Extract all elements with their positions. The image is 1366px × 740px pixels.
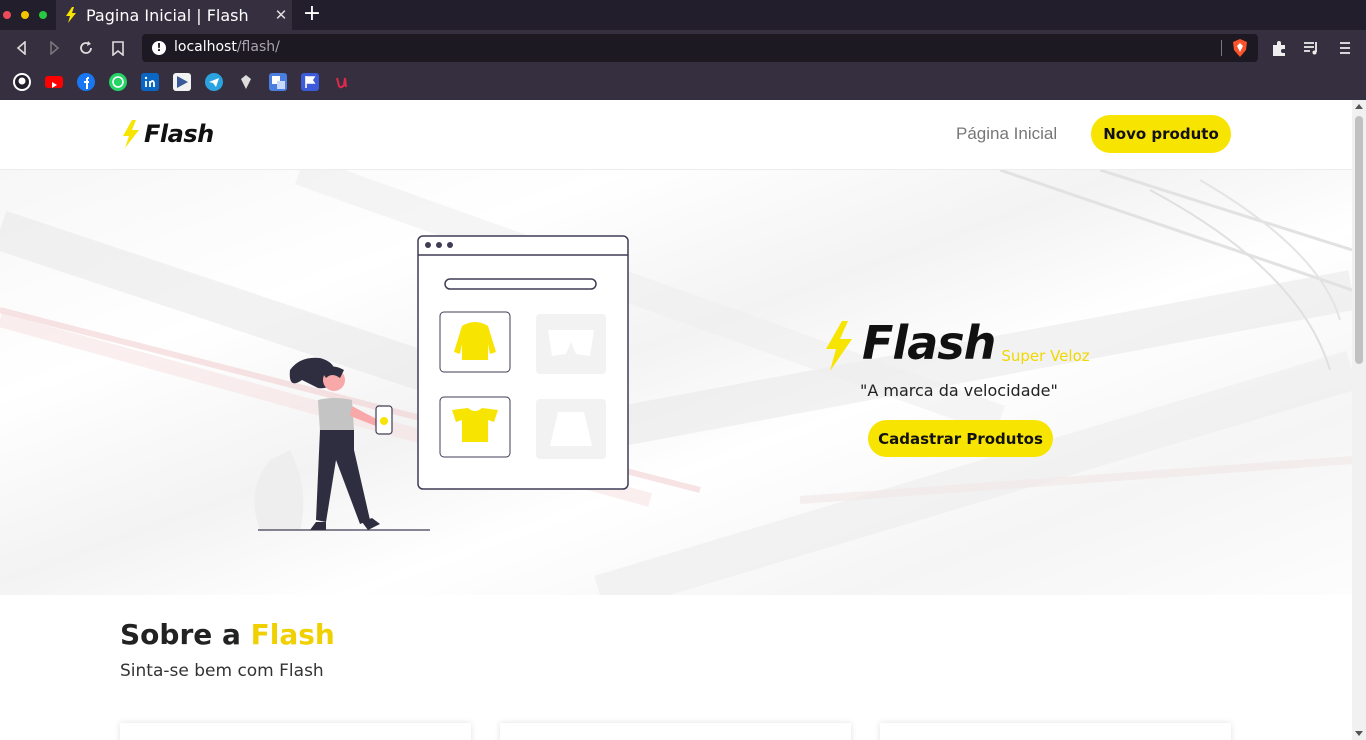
new-product-button[interactable]: Novo produto <box>1091 115 1231 153</box>
hero-brand-name: Flash <box>862 316 996 370</box>
translate-icon[interactable] <box>269 73 287 91</box>
site-navbar: Flash Página Inicial Novo produto <box>0 100 1352 170</box>
menu-icon[interactable] <box>1336 39 1354 57</box>
close-tab-icon[interactable]: ✕ <box>270 6 292 24</box>
page-viewport: Flash Página Inicial Novo produto Flash … <box>0 100 1352 740</box>
shopping-illustration <box>254 235 629 531</box>
feature-card <box>120 723 471 740</box>
active-tab[interactable]: Pagina Inicial | Flash ✕ <box>56 0 292 30</box>
site-logo[interactable]: Flash <box>120 120 214 148</box>
back-icon[interactable] <box>12 38 32 58</box>
scrollbar-thumb[interactable] <box>1355 116 1363 364</box>
new-tab-button[interactable]: + <box>302 2 322 26</box>
bookmarks-bar <box>0 66 1366 100</box>
minimize-window-dot[interactable] <box>21 11 29 19</box>
browser-tab-bar: Pagina Inicial | Flash ✕ + <box>0 0 1366 30</box>
logo-text: Flash <box>144 120 214 148</box>
feature-card <box>500 723 851 740</box>
feature-card <box>880 723 1231 740</box>
address-bar[interactable]: ! localhost/flash/ <box>142 34 1258 62</box>
whatsapp-icon[interactable] <box>109 73 127 91</box>
play-icon[interactable] <box>173 73 191 91</box>
register-products-button[interactable]: Cadastrar Produtos <box>868 420 1053 457</box>
flag-icon[interactable] <box>301 73 319 91</box>
youtube-icon[interactable] <box>45 76 63 88</box>
bolt-icon <box>826 321 852 371</box>
url-text: localhost/flash/ <box>174 39 280 55</box>
telegram-icon[interactable] <box>205 73 223 91</box>
bolt-icon <box>123 120 139 148</box>
brave-shield-icon[interactable] <box>1232 39 1248 57</box>
forward-icon[interactable] <box>44 38 64 58</box>
hero-brand-subtitle: Super Veloz <box>1001 347 1090 365</box>
scroll-up-icon[interactable] <box>1355 104 1363 109</box>
hero-slogan: "A marca da velocidade" <box>860 381 1058 400</box>
github-icon[interactable] <box>13 73 31 91</box>
hero-background <box>0 170 1352 595</box>
linkedin-icon[interactable] <box>141 73 159 91</box>
reload-icon[interactable] <box>76 38 96 58</box>
bolt-icon <box>66 7 76 23</box>
site-info-icon[interactable]: ! <box>152 41 166 55</box>
hero-section: Flash Super Veloz "A marca da velocidade… <box>0 170 1352 595</box>
nav-link-home[interactable]: Página Inicial <box>956 124 1057 144</box>
bookmark-icon[interactable] <box>108 38 128 58</box>
about-subtitle: Sinta-se bem com Flash <box>120 661 324 681</box>
hero-brand: Flash Super Veloz <box>822 315 1090 371</box>
close-window-dot[interactable] <box>3 11 11 19</box>
facebook-icon[interactable] <box>77 73 95 91</box>
maximize-window-dot[interactable] <box>39 11 47 19</box>
page-scrollbar[interactable] <box>1352 100 1366 740</box>
scroll-down-icon[interactable] <box>1355 731 1363 736</box>
browser-toolbar: ! localhost/flash/ <box>0 30 1366 66</box>
extensions-icon[interactable] <box>1270 39 1288 57</box>
diamond-icon[interactable] <box>237 73 255 91</box>
about-title: Sobre a Flash <box>120 618 335 651</box>
playlist-icon[interactable] <box>1302 39 1320 57</box>
tab-title: Pagina Inicial | Flash <box>86 5 249 25</box>
divider <box>1221 40 1222 56</box>
u-icon[interactable] <box>333 73 351 91</box>
